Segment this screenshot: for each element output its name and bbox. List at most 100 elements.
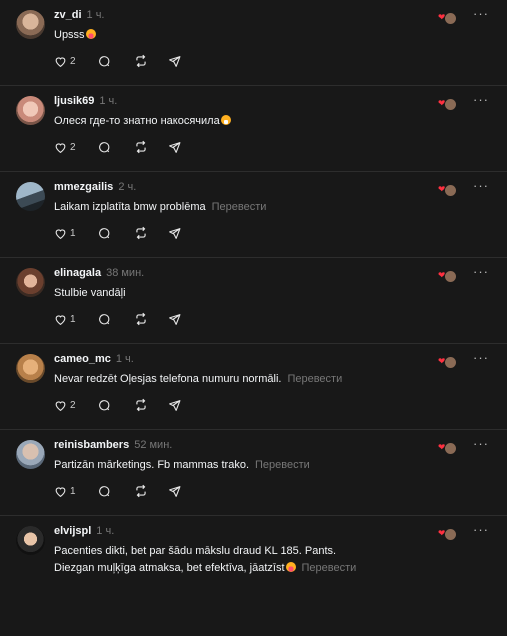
- post-actions: 2: [54, 52, 188, 70]
- reply-button[interactable]: [98, 482, 134, 500]
- heart-outline-icon: [55, 56, 66, 67]
- like-button[interactable]: 2: [54, 52, 98, 70]
- post-text-line: Upsss: [54, 29, 85, 41]
- avatar[interactable]: [16, 526, 45, 555]
- reply-post: zv_di 1 ч. Upsss 2 ❤ ···: [0, 0, 507, 86]
- post-text-line: Diezgan muļķīga atmaksa, bet efektīva, j…: [54, 562, 285, 574]
- send-icon: [169, 141, 181, 153]
- username[interactable]: cameo_mc: [54, 353, 111, 365]
- timestamp: 1 ч.: [86, 9, 105, 21]
- more-icon: ···: [473, 522, 489, 537]
- author-mini-avatar: [444, 356, 457, 369]
- more-options-button[interactable]: ···: [473, 264, 489, 279]
- username[interactable]: ljusik69: [54, 95, 94, 107]
- like-count: 1: [70, 485, 76, 497]
- avatar[interactable]: [16, 440, 45, 469]
- translate-link[interactable]: Перевести: [302, 562, 357, 574]
- reply-post: reinisbambers 52 мин. Partizān mārketings…: [0, 430, 507, 516]
- username[interactable]: reinisbambers: [54, 439, 129, 451]
- share-button[interactable]: [168, 310, 188, 328]
- post-text: Upsss: [54, 27, 96, 44]
- grinning-emoji-icon: [85, 29, 96, 39]
- reply-button[interactable]: [98, 138, 134, 156]
- share-button[interactable]: [168, 482, 188, 500]
- more-icon: ···: [473, 350, 489, 365]
- post-actions: 1: [54, 310, 188, 328]
- post-header: cameo_mc 1 ч.: [54, 353, 134, 365]
- share-button[interactable]: [168, 138, 188, 156]
- like-count: 1: [70, 227, 76, 239]
- reply-post: elvijspl 1 ч. Pacenties dikti, bet par šā…: [0, 516, 507, 636]
- like-button[interactable]: 1: [54, 224, 98, 242]
- more-options-button[interactable]: ···: [473, 350, 489, 365]
- reply-button[interactable]: [98, 52, 134, 70]
- username[interactable]: elvijspl: [54, 525, 91, 537]
- repost-button[interactable]: [134, 138, 168, 156]
- send-icon: [169, 485, 181, 497]
- more-icon: ···: [473, 6, 489, 21]
- author-liked-indicator: ❤: [438, 183, 458, 197]
- translate-link[interactable]: Перевести: [255, 459, 310, 471]
- post-text: Nevar redzēt Oļesjas telefona numuru nor…: [54, 371, 342, 388]
- username[interactable]: mmezgailis: [54, 181, 113, 193]
- post-actions: 1: [54, 224, 188, 242]
- author-mini-avatar: [444, 98, 457, 111]
- more-options-button[interactable]: ···: [473, 436, 489, 451]
- post-actions: 2: [54, 138, 188, 156]
- avatar[interactable]: [16, 268, 45, 297]
- more-icon: ···: [473, 436, 489, 451]
- reply-button[interactable]: [98, 396, 134, 414]
- post-actions: 2: [54, 396, 188, 414]
- heart-outline-icon: [55, 314, 66, 325]
- comment-icon: [99, 55, 110, 66]
- more-options-button[interactable]: ···: [473, 6, 489, 21]
- share-button[interactable]: [168, 52, 188, 70]
- timestamp: 52 мин.: [134, 439, 173, 451]
- username[interactable]: elinagala: [54, 267, 101, 279]
- comment-icon: [99, 313, 110, 324]
- repost-icon: [136, 398, 146, 412]
- like-button[interactable]: 2: [54, 396, 98, 414]
- timestamp: 2 ч.: [118, 181, 137, 193]
- send-icon: [169, 313, 181, 325]
- post-text-line: Nevar redzēt Oļesjas telefona numuru nor…: [54, 373, 282, 385]
- post-text: Stulbie vandāļi: [54, 285, 126, 302]
- repost-button[interactable]: [134, 396, 168, 414]
- comment-icon: [99, 227, 110, 238]
- avatar[interactable]: [16, 354, 45, 383]
- translate-link[interactable]: Перевести: [212, 201, 267, 213]
- repost-button[interactable]: [134, 310, 168, 328]
- like-count: 2: [70, 55, 76, 67]
- more-options-button[interactable]: ···: [473, 92, 489, 107]
- like-button[interactable]: 1: [54, 310, 98, 328]
- reply-button[interactable]: [98, 224, 134, 242]
- more-icon: ···: [473, 264, 489, 279]
- like-button[interactable]: 1: [54, 482, 98, 500]
- more-icon: ···: [473, 178, 489, 193]
- repost-button[interactable]: [134, 224, 168, 242]
- author-liked-indicator: ❤: [438, 441, 458, 455]
- author-liked-indicator: ❤: [438, 97, 458, 111]
- post-text-line: Partizān mārketings. Fb mammas trako.: [54, 459, 250, 471]
- more-options-button[interactable]: ···: [473, 178, 489, 193]
- comment-icon: [99, 399, 110, 410]
- reply-button[interactable]: [98, 310, 134, 328]
- post-header: elvijspl 1 ч.: [54, 525, 114, 537]
- translate-link[interactable]: Перевести: [287, 373, 342, 385]
- more-options-button[interactable]: ···: [473, 522, 489, 537]
- heart-outline-icon: [55, 142, 66, 153]
- share-button[interactable]: [168, 224, 188, 242]
- repost-button[interactable]: [134, 52, 168, 70]
- like-button[interactable]: 2: [54, 138, 98, 156]
- avatar[interactable]: [16, 96, 45, 125]
- timestamp: 38 мин.: [106, 267, 145, 279]
- avatar[interactable]: [16, 10, 45, 39]
- avatar[interactable]: [16, 182, 45, 211]
- post-text-line: Pacenties dikti, bet par šādu mākslu dra…: [54, 545, 337, 557]
- repost-button[interactable]: [134, 482, 168, 500]
- timestamp: 1 ч.: [99, 95, 118, 107]
- username[interactable]: zv_di: [54, 9, 82, 21]
- share-button[interactable]: [168, 396, 188, 414]
- post-text: Pacenties dikti, bet par šādu mākslu dra…: [54, 543, 356, 577]
- repost-icon: [136, 54, 146, 68]
